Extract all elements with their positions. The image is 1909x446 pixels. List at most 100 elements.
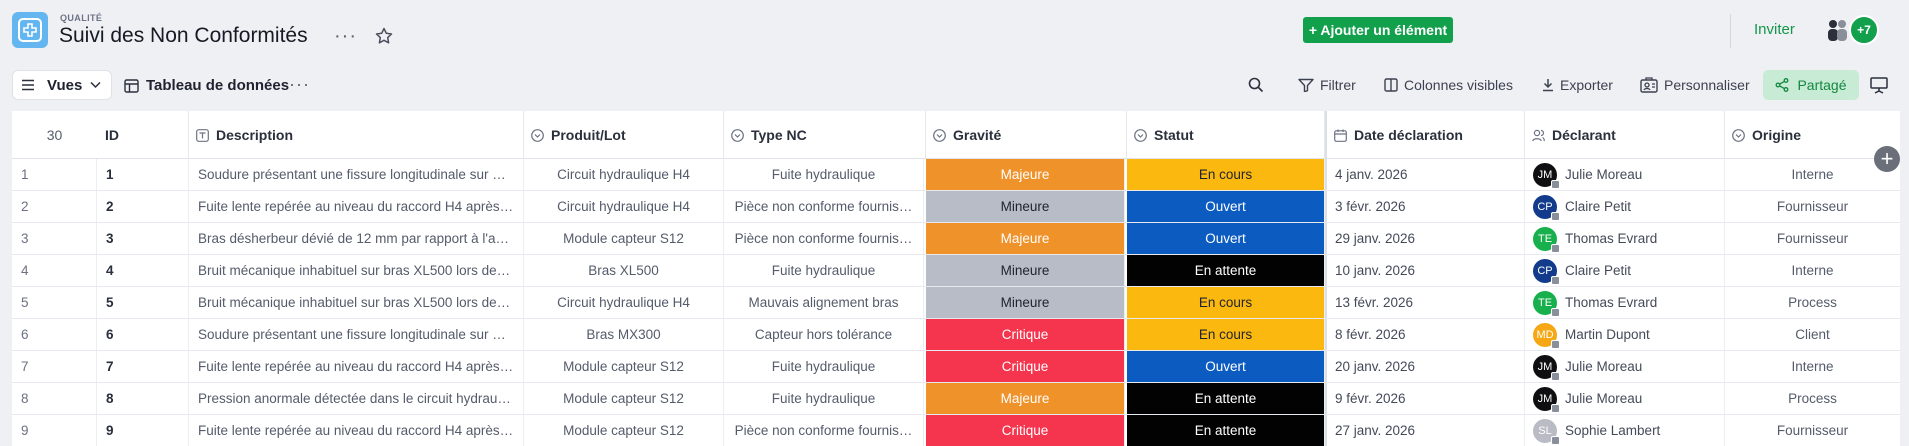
- cell-origin[interactable]: Fournisseur: [1725, 191, 1900, 222]
- cell-severity[interactable]: Majeure: [926, 223, 1125, 254]
- cell-date[interactable]: 29 janv. 2026: [1325, 223, 1525, 254]
- cell-id[interactable]: 5: [97, 287, 189, 318]
- table-row[interactable]: 1 1 Soudure présentant une fissure longitu…: [12, 159, 1900, 191]
- cell-severity[interactable]: Critique: [926, 319, 1125, 350]
- column-header-id[interactable]: ID: [97, 111, 189, 159]
- app-logo-icon[interactable]: [12, 12, 48, 48]
- cell-product[interactable]: Module capteur S12: [524, 383, 724, 414]
- cell-date[interactable]: 10 janv. 2026: [1325, 255, 1525, 286]
- column-header-reporter[interactable]: Déclarant: [1525, 111, 1725, 159]
- cell-reporter[interactable]: JM Julie Moreau: [1525, 159, 1725, 190]
- cell-severity[interactable]: Mineure: [926, 255, 1125, 286]
- cell-type[interactable]: Capteur hors tolérance: [724, 319, 924, 350]
- cell-description[interactable]: Fuite lente repérée au niveau du raccord…: [189, 415, 524, 446]
- filter-button[interactable]: Filtrer: [1298, 77, 1356, 93]
- cell-reporter[interactable]: MD Martin Dupont: [1525, 319, 1725, 350]
- cell-date[interactable]: 3 févr. 2026: [1325, 191, 1525, 222]
- cell-severity[interactable]: Critique: [926, 415, 1125, 446]
- cell-severity[interactable]: Critique: [926, 351, 1125, 382]
- cell-reporter[interactable]: JM Julie Moreau: [1525, 351, 1725, 382]
- table-row[interactable]: 5 5 Bruit mécanique inhabituel sur bras XL…: [12, 287, 1900, 319]
- cell-reporter[interactable]: TE Thomas Evrard: [1525, 223, 1725, 254]
- cell-type[interactable]: Fuite hydraulique: [724, 255, 924, 286]
- cell-description[interactable]: Bruit mécanique inhabituel sur bras XL50…: [189, 287, 524, 318]
- cell-origin[interactable]: Interne: [1725, 255, 1900, 286]
- cell-product[interactable]: Module capteur S12: [524, 415, 724, 446]
- table-row[interactable]: 9 9 Fuite lente repérée au niveau du racco…: [12, 415, 1900, 446]
- export-button[interactable]: Exporter: [1542, 77, 1613, 93]
- cell-status[interactable]: Ouvert: [1127, 351, 1325, 382]
- cell-severity[interactable]: Majeure: [926, 159, 1125, 190]
- table-row[interactable]: 4 4 Bruit mécanique inhabituel sur bras XL…: [12, 255, 1900, 287]
- cell-product[interactable]: Bras XL500: [524, 255, 724, 286]
- cell-product[interactable]: Circuit hydraulique H4: [524, 287, 724, 318]
- cell-type[interactable]: Mauvais alignement bras: [724, 287, 924, 318]
- cell-date[interactable]: 4 janv. 2026: [1325, 159, 1525, 190]
- cell-id[interactable]: 8: [97, 383, 189, 414]
- column-header-date[interactable]: Date déclaration: [1325, 111, 1525, 159]
- column-header-origin[interactable]: Origine: [1725, 111, 1900, 159]
- search-icon[interactable]: [1248, 77, 1264, 93]
- cell-type[interactable]: Fuite hydraulique: [724, 383, 924, 414]
- cell-origin[interactable]: Client: [1725, 319, 1900, 350]
- cell-severity[interactable]: Mineure: [926, 191, 1125, 222]
- cell-product[interactable]: Module capteur S12: [524, 223, 724, 254]
- add-item-button[interactable]: + Ajouter un élément: [1303, 17, 1453, 43]
- cell-description[interactable]: Pression anormale détectée dans le circu…: [189, 383, 524, 414]
- cell-status[interactable]: En attente: [1127, 255, 1325, 286]
- views-dropdown[interactable]: Vues: [12, 70, 112, 100]
- cell-status[interactable]: En cours: [1127, 159, 1325, 190]
- cell-reporter[interactable]: SL Sophie Lambert: [1525, 415, 1725, 446]
- table-row[interactable]: 2 2 Fuite lente repérée au niveau du racco…: [12, 191, 1900, 223]
- cell-date[interactable]: 8 févr. 2026: [1325, 319, 1525, 350]
- table-row[interactable]: 7 7 Fuite lente repérée au niveau du racco…: [12, 351, 1900, 383]
- star-icon[interactable]: [374, 26, 394, 46]
- cell-type[interactable]: Fuite hydraulique: [724, 351, 924, 382]
- cell-description[interactable]: Fuite lente repérée au niveau du raccord…: [189, 351, 524, 382]
- share-button[interactable]: Partagé: [1763, 70, 1859, 100]
- cell-description[interactable]: Bruit mécanique inhabituel sur bras XL50…: [189, 255, 524, 286]
- cell-reporter[interactable]: JM Julie Moreau: [1525, 383, 1725, 414]
- cell-status[interactable]: Ouvert: [1127, 223, 1325, 254]
- table-row[interactable]: 8 8 Pression anormale détectée dans le cir…: [12, 383, 1900, 415]
- cell-type[interactable]: Fuite hydraulique: [724, 159, 924, 190]
- cell-id[interactable]: 7: [97, 351, 189, 382]
- cell-date[interactable]: 20 janv. 2026: [1325, 351, 1525, 382]
- cell-description[interactable]: Soudure présentant une fissure longitudi…: [189, 159, 524, 190]
- cell-status[interactable]: En attente: [1127, 383, 1325, 414]
- table-row[interactable]: 6 6 Soudure présentant une fissure longitu…: [12, 319, 1900, 351]
- column-header-status[interactable]: Statut: [1127, 111, 1325, 159]
- cell-date[interactable]: 27 janv. 2026: [1325, 415, 1525, 446]
- cell-product[interactable]: Circuit hydraulique H4: [524, 191, 724, 222]
- cell-description[interactable]: Bras désherbeur dévié de 12 mm par rappo…: [189, 223, 524, 254]
- cell-date[interactable]: 9 févr. 2026: [1325, 383, 1525, 414]
- cell-origin[interactable]: Fournisseur: [1725, 415, 1900, 446]
- cell-origin[interactable]: Process: [1725, 383, 1900, 414]
- cell-reporter[interactable]: TE Thomas Evrard: [1525, 287, 1725, 318]
- cell-description[interactable]: Soudure présentant une fissure longitudi…: [189, 319, 524, 350]
- customize-button[interactable]: Personnaliser: [1640, 77, 1750, 93]
- cell-status[interactable]: En attente: [1127, 415, 1325, 446]
- cell-product[interactable]: Bras MX300: [524, 319, 724, 350]
- cell-type[interactable]: Pièce non conforme fournis…: [724, 415, 924, 446]
- cell-status[interactable]: En cours: [1127, 319, 1325, 350]
- cell-id[interactable]: 2: [97, 191, 189, 222]
- cell-origin[interactable]: Process: [1725, 287, 1900, 318]
- column-header-severity[interactable]: Gravité: [926, 111, 1127, 159]
- table-row[interactable]: 3 3 Bras désherbeur dévié de 12 mm par rap…: [12, 223, 1900, 255]
- cell-severity[interactable]: Majeure: [926, 383, 1125, 414]
- people-icon[interactable]: [1825, 18, 1851, 42]
- cell-severity[interactable]: Mineure: [926, 287, 1125, 318]
- page-title[interactable]: Suivi des Non Conformités: [59, 24, 308, 48]
- cell-id[interactable]: 1: [97, 159, 189, 190]
- cell-type[interactable]: Pièce non conforme fournis…: [724, 223, 924, 254]
- cell-reporter[interactable]: CP Claire Petit: [1525, 255, 1725, 286]
- cell-reporter[interactable]: CP Claire Petit: [1525, 191, 1725, 222]
- more-users-badge[interactable]: +7: [1849, 15, 1879, 45]
- column-header-description[interactable]: Description: [189, 111, 524, 159]
- more-options-icon[interactable]: ···: [334, 25, 357, 48]
- view-options-icon[interactable]: ···: [289, 74, 310, 95]
- column-header-product[interactable]: Produit/Lot: [524, 111, 724, 159]
- cell-origin[interactable]: Interne: [1725, 159, 1900, 190]
- cell-id[interactable]: 6: [97, 319, 189, 350]
